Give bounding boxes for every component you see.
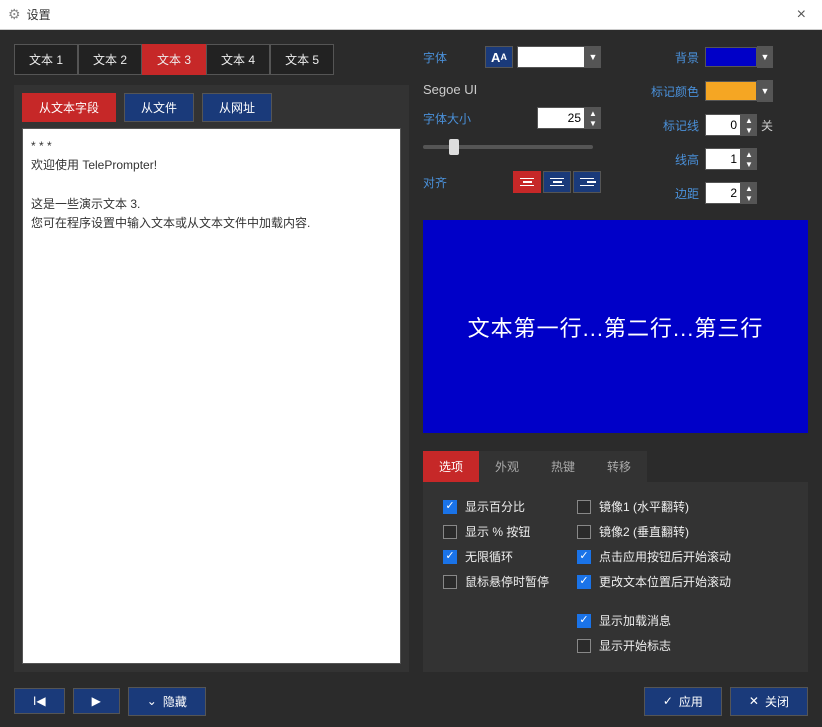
bg-color-swatch[interactable] <box>705 47 757 67</box>
footer: I◀ ▶ ⌄ 隐藏 ✓ 应用 ✕ 关闭 <box>0 676 822 726</box>
play-button[interactable]: ▶ <box>73 688 120 714</box>
x-icon: ✕ <box>749 694 759 708</box>
chk-label: 鼠标悬停时暂停 <box>465 573 549 590</box>
margin-spinner[interactable]: ▲▼ <box>741 182 757 204</box>
apply-button[interactable]: ✓ 应用 <box>644 687 722 716</box>
chk-label: 镜像2 (垂直翻转) <box>599 523 689 540</box>
mark-color-swatch[interactable] <box>705 81 757 101</box>
close-button[interactable]: ✕ 关闭 <box>730 687 808 716</box>
chk-label: 显示加载消息 <box>599 612 671 629</box>
chk-pause-on-hover[interactable]: 鼠标悬停时暂停 <box>443 573 549 590</box>
subtab-options[interactable]: 选项 <box>423 451 479 482</box>
mark-line-input[interactable]: 0 <box>705 114 741 136</box>
chk-label: 显示 % 按钮 <box>465 523 530 540</box>
checkbox-icon <box>443 500 457 514</box>
tab-text-2[interactable]: 文本 2 <box>78 44 142 75</box>
tab-text-1[interactable]: 文本 1 <box>14 44 78 75</box>
checkbox-icon <box>443 525 457 539</box>
text-tabs: 文本 1 文本 2 文本 3 文本 4 文本 5 <box>14 44 409 75</box>
subtabs: 选项 外观 热键 转移 <box>423 451 808 482</box>
close-icon[interactable]: × <box>789 6 814 24</box>
chk-label: 显示开始标志 <box>599 637 671 654</box>
check-icon: ✓ <box>663 694 673 708</box>
chk-label: 显示百分比 <box>465 498 525 515</box>
mark-color-dropdown-icon[interactable]: ▼ <box>757 80 773 102</box>
bg-color-dropdown-icon[interactable]: ▼ <box>757 46 773 68</box>
checkbox-icon <box>577 614 591 628</box>
mark-color-label: 标记颜色 <box>637 83 699 100</box>
subtab-appearance[interactable]: 外观 <box>479 451 535 482</box>
subtab-transfer[interactable]: 转移 <box>591 451 647 482</box>
text-input[interactable]: * * * 欢迎使用 TelePrompter! 这是一些演示文本 3. 您可在… <box>22 128 401 664</box>
tab-text-4[interactable]: 文本 4 <box>206 44 270 75</box>
left-panel: 文本 1 文本 2 文本 3 文本 4 文本 5 从文本字段 从文件 从网址 *… <box>14 44 409 672</box>
tab-text-5[interactable]: 文本 5 <box>270 44 334 75</box>
gear-icon: ⚙ <box>8 6 21 23</box>
content-area: 文本 1 文本 2 文本 3 文本 4 文本 5 从文本字段 从文件 从网址 *… <box>0 30 822 676</box>
font-case-icon[interactable]: AA <box>485 46 513 68</box>
chk-show-load-msg[interactable]: 显示加载消息 <box>577 612 731 629</box>
source-buttons: 从文本字段 从文件 从网址 <box>22 93 401 122</box>
chk-label: 点击应用按钮后开始滚动 <box>599 548 731 565</box>
font-size-label: 字体大小 <box>423 110 485 127</box>
window-title: 设置 <box>27 6 789 23</box>
right-panel: 字体 AA ▼ Segoe UI 字体大小 25 ▲▼ 对齐 <box>423 44 808 672</box>
chevron-down-icon: ⌄ <box>147 694 157 708</box>
chk-label: 无限循环 <box>465 548 513 565</box>
chk-show-percent-btn[interactable]: 显示 % 按钮 <box>443 523 549 540</box>
tab-text-3[interactable]: 文本 3 <box>142 44 206 75</box>
checkbox-icon <box>443 550 457 564</box>
checkbox-icon <box>577 525 591 539</box>
checkbox-icon <box>577 500 591 514</box>
hide-button[interactable]: ⌄ 隐藏 <box>128 687 206 716</box>
chk-start-on-apply[interactable]: 点击应用按钮后开始滚动 <box>577 548 731 565</box>
chk-show-percent[interactable]: 显示百分比 <box>443 498 549 515</box>
mark-line-label: 标记线 <box>637 117 699 134</box>
close-label: 关闭 <box>765 693 789 710</box>
align-center-button[interactable] <box>543 171 571 193</box>
hide-label: 隐藏 <box>163 693 187 710</box>
source-file-button[interactable]: 从文件 <box>124 93 194 122</box>
chk-infinite-loop[interactable]: 无限循环 <box>443 548 549 565</box>
font-select[interactable] <box>517 46 585 68</box>
checkbox-icon <box>577 575 591 589</box>
font-name: Segoe UI <box>423 82 601 97</box>
bg-label: 背景 <box>637 49 699 66</box>
font-size-input[interactable]: 25 <box>537 107 585 129</box>
chk-show-start-flag[interactable]: 显示开始标志 <box>577 637 731 654</box>
subtab-hotkeys[interactable]: 热键 <box>535 451 591 482</box>
mark-line-spinner[interactable]: ▲▼ <box>741 114 757 136</box>
preview-pane: 文本第一行...第二行...第三行 <box>423 220 808 433</box>
chk-mirror-2[interactable]: 镜像2 (垂直翻转) <box>577 523 731 540</box>
properties: 字体 AA ▼ Segoe UI 字体大小 25 ▲▼ 对齐 <box>423 44 808 206</box>
skip-back-icon: I◀ <box>33 694 46 708</box>
line-height-spinner[interactable]: ▲▼ <box>741 148 757 170</box>
checkbox-icon <box>443 575 457 589</box>
source-snippet-button[interactable]: 从文本字段 <box>22 93 116 122</box>
prev-button[interactable]: I◀ <box>14 688 65 714</box>
font-size-slider[interactable] <box>423 139 593 155</box>
chk-label: 更改文本位置后开始滚动 <box>599 573 731 590</box>
source-url-button[interactable]: 从网址 <box>202 93 272 122</box>
titlebar: ⚙ 设置 × <box>0 0 822 30</box>
options-panel: 显示百分比 显示 % 按钮 无限循环 鼠标悬停时暂停 镜像1 (水平翻转) 镜像… <box>423 482 808 672</box>
mark-line-off-label: 关 <box>761 117 773 134</box>
align-left-button[interactable] <box>513 171 541 193</box>
margin-label: 边距 <box>637 185 699 202</box>
line-height-label: 线高 <box>637 151 699 168</box>
apply-label: 应用 <box>679 693 703 710</box>
play-icon: ▶ <box>92 694 101 708</box>
line-height-input[interactable]: 1 <box>705 148 741 170</box>
margin-input[interactable]: 2 <box>705 182 741 204</box>
font-dropdown-icon[interactable]: ▼ <box>585 46 601 68</box>
chk-label: 镜像1 (水平翻转) <box>599 498 689 515</box>
align-label: 对齐 <box>423 174 485 191</box>
font-label: 字体 <box>423 49 485 66</box>
font-size-spinner[interactable]: ▲▼ <box>585 107 601 129</box>
chk-mirror-1[interactable]: 镜像1 (水平翻转) <box>577 498 731 515</box>
checkbox-icon <box>577 550 591 564</box>
align-right-button[interactable] <box>573 171 601 193</box>
checkbox-icon <box>577 639 591 653</box>
chk-start-on-text-change[interactable]: 更改文本位置后开始滚动 <box>577 573 731 590</box>
